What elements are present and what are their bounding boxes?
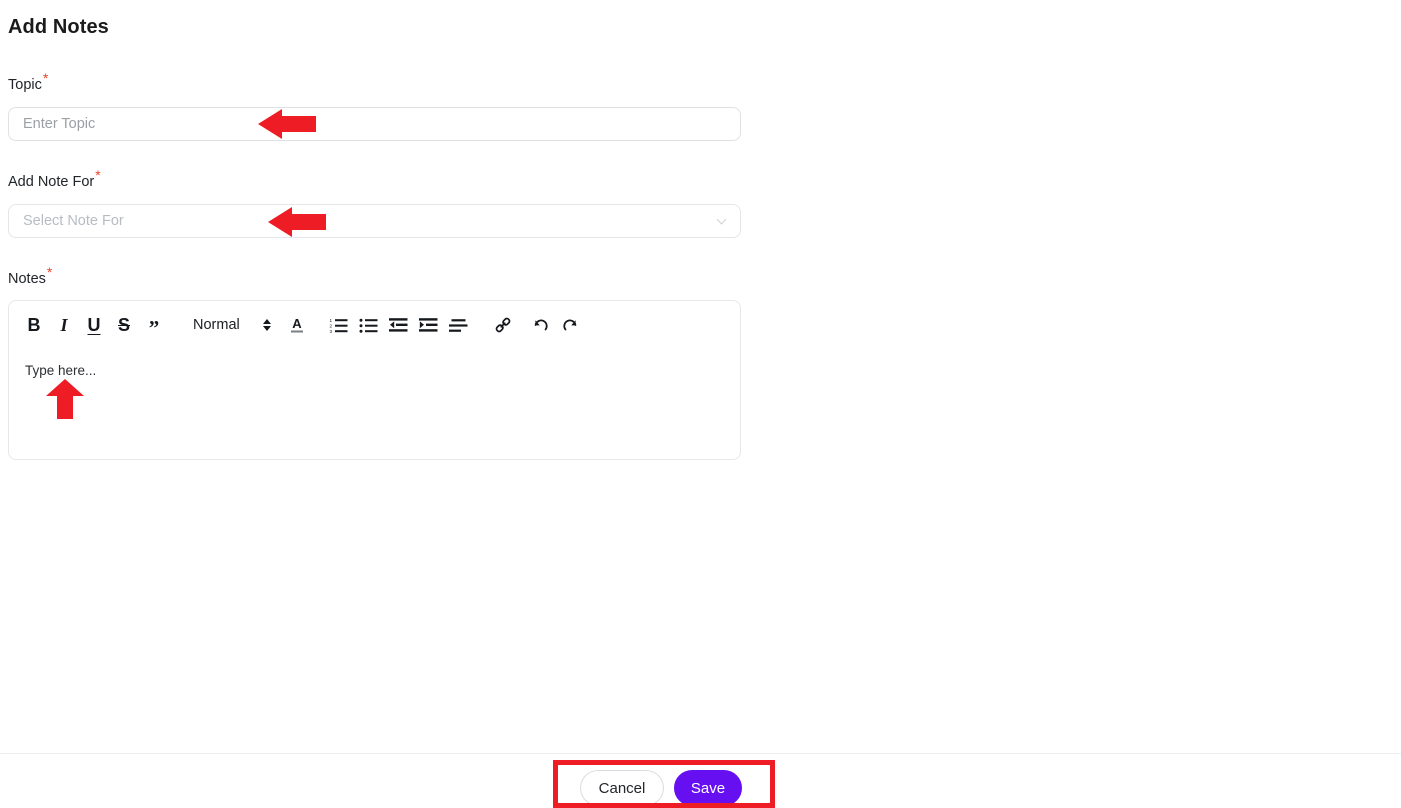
svg-text:2: 2 — [330, 323, 333, 328]
svg-text:1: 1 — [330, 318, 333, 323]
note-for-required-star: * — [95, 167, 101, 184]
svg-text:3: 3 — [330, 329, 333, 334]
bold-icon[interactable]: B — [19, 310, 49, 340]
link-icon[interactable] — [488, 310, 518, 340]
editor-toolbar: B I U S ” Normal A 1 2 3 — [9, 301, 740, 349]
footer-divider — [0, 753, 1401, 754]
note-for-label-text: Add Note For — [8, 174, 95, 190]
topic-input[interactable] — [8, 107, 741, 141]
left-arrow-annotation-topic — [258, 109, 316, 144]
bullet-list-icon[interactable] — [354, 310, 384, 340]
note-for-selected-value: Select Note For — [23, 213, 124, 229]
notes-editor-placeholder: Type here... — [25, 363, 97, 378]
align-icon[interactable] — [444, 310, 474, 340]
underline-icon[interactable]: U — [79, 310, 109, 340]
highlight-box-annotation-footer — [553, 760, 775, 808]
ordered-list-icon[interactable]: 1 2 3 — [324, 310, 354, 340]
notes-rich-text-editor: B I U S ” Normal A 1 2 3 Type here... — [8, 300, 741, 460]
chevron-down-icon — [715, 215, 728, 228]
topic-required-star: * — [42, 70, 49, 87]
redo-icon[interactable] — [556, 310, 586, 340]
format-dropdown-label: Normal — [193, 317, 240, 333]
notes-label: Notes* — [8, 265, 52, 287]
topic-label: Topic* — [8, 71, 48, 93]
page-title: Add Notes — [8, 16, 109, 38]
text-color-icon[interactable]: A — [282, 310, 312, 340]
undo-icon[interactable] — [526, 310, 556, 340]
notes-label-text: Notes — [8, 271, 46, 287]
notes-editor-body[interactable]: Type here... — [9, 349, 740, 459]
indent-icon[interactable] — [414, 310, 444, 340]
note-for-select[interactable]: Select Note For — [8, 204, 741, 238]
svg-text:A: A — [292, 316, 302, 331]
add-notes-page: Add Notes Topic* Add Note For* Select No… — [0, 0, 1401, 808]
blockquote-icon[interactable]: ” — [139, 310, 169, 340]
left-arrow-annotation-note-for — [268, 207, 326, 242]
outdent-icon[interactable] — [384, 310, 414, 340]
format-dropdown[interactable]: Normal — [191, 317, 274, 333]
notes-required-star: * — [46, 264, 53, 281]
topic-label-text: Topic — [8, 77, 42, 93]
up-arrow-annotation-notes — [46, 379, 84, 424]
note-for-label: Add Note For* — [8, 168, 101, 190]
italic-icon[interactable]: I — [49, 310, 79, 340]
strikethrough-icon[interactable]: S — [109, 310, 139, 340]
format-stepper-icon — [262, 319, 272, 331]
